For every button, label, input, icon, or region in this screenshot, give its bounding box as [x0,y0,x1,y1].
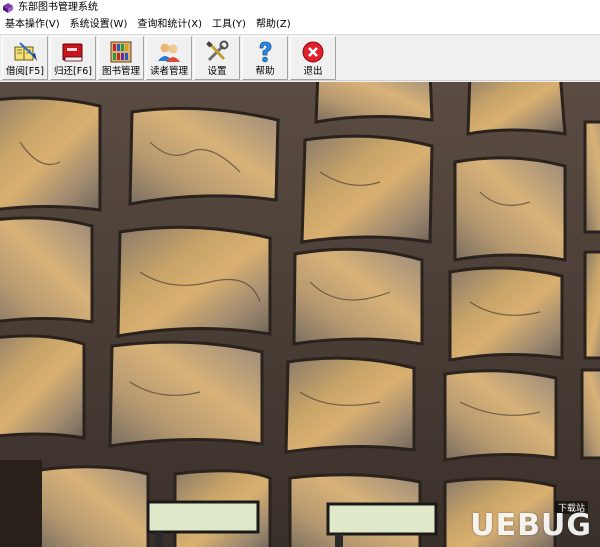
title-bar: 东部图书管理系统 [0,0,600,16]
help-icon [259,41,272,63]
menu-query-statistics[interactable]: 查询和统计(X) [132,16,207,34]
menu-bar: 基本操作(V) 系统设置(W) 查询和统计(X) 工具(Y) 帮助(Z) [0,16,600,35]
help-label: 帮助 [255,66,275,77]
exit-button[interactable]: 退出 [290,36,336,80]
exit-label: 退出 [303,66,323,77]
return-button[interactable]: 归还[F6] [50,36,96,80]
book-management-icon [110,41,132,63]
book-management-label: 图书管理 [101,66,140,77]
exit-icon [302,41,324,63]
borrow-button[interactable]: 借阅[F5] [2,36,48,80]
borrow-label: 借阅[F5] [6,66,44,77]
settings-label: 设置 [207,66,227,77]
marble-wall-photo [0,82,600,547]
reader-management-button[interactable]: 读者管理 [146,36,192,80]
return-book-icon [62,43,83,62]
borrow-book-icon [14,42,37,61]
watermark-logo: UEBUG [470,508,592,543]
menu-system-settings[interactable]: 系统设置(W) [65,16,133,34]
reader-management-label: 读者管理 [149,66,188,77]
app-logo-icon [3,3,13,13]
book-management-button[interactable]: 图书管理 [98,36,144,80]
reader-management-icon [158,43,180,62]
menu-tools[interactable]: 工具(Y) [207,16,251,34]
window-title: 东部图书管理系统 [18,2,98,13]
menu-basic-operations[interactable]: 基本操作(V) [0,16,65,34]
settings-tools-icon [206,40,229,62]
help-button[interactable]: 帮助 [242,36,288,80]
return-label: 归还[F6] [54,66,92,77]
toolbar: 借阅[F5] 归还[F6] 图书管理 读者管理 设置 帮助 退出 [0,35,600,81]
menu-help[interactable]: 帮助(Z) [251,16,296,34]
background-image-area: 下载站 UEBUG [0,82,600,547]
settings-button[interactable]: 设置 [194,36,240,80]
